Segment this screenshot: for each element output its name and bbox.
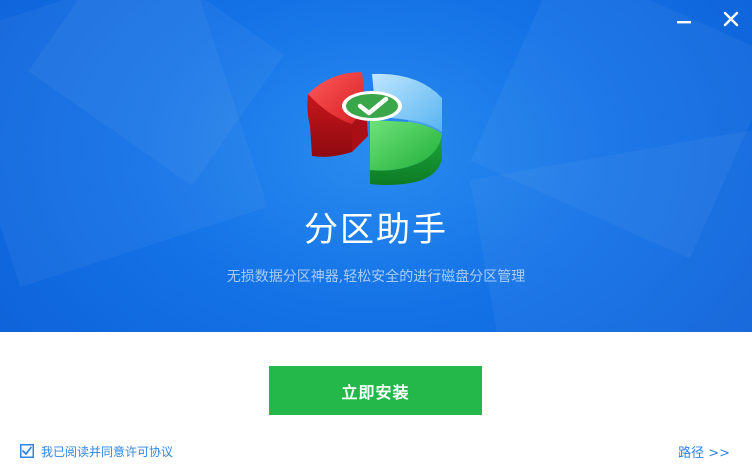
minimize-button[interactable]: [671, 6, 697, 32]
checkbox-checked-icon[interactable]: [20, 444, 34, 458]
license-agreement-checkbox[interactable]: 我已阅读并同意许可协议: [20, 441, 173, 461]
app-subtitle: 无损数据分区神器,轻松安全的进行磁盘分区管理: [226, 269, 526, 285]
close-icon: [723, 11, 739, 27]
minimize-icon: [677, 21, 691, 24]
hero-banner: 分区助手 无损数据分区神器,轻松安全的进行磁盘分区管理: [0, 0, 752, 332]
app-title: 分区助手: [304, 210, 448, 250]
close-button[interactable]: [718, 6, 744, 32]
install-button[interactable]: 立即安装: [269, 366, 482, 415]
license-agreement-label[interactable]: 我已阅读并同意许可协议: [41, 443, 173, 460]
install-path-link[interactable]: 路径 >>: [678, 442, 730, 461]
pie-chart-check-icon: [307, 72, 442, 185]
